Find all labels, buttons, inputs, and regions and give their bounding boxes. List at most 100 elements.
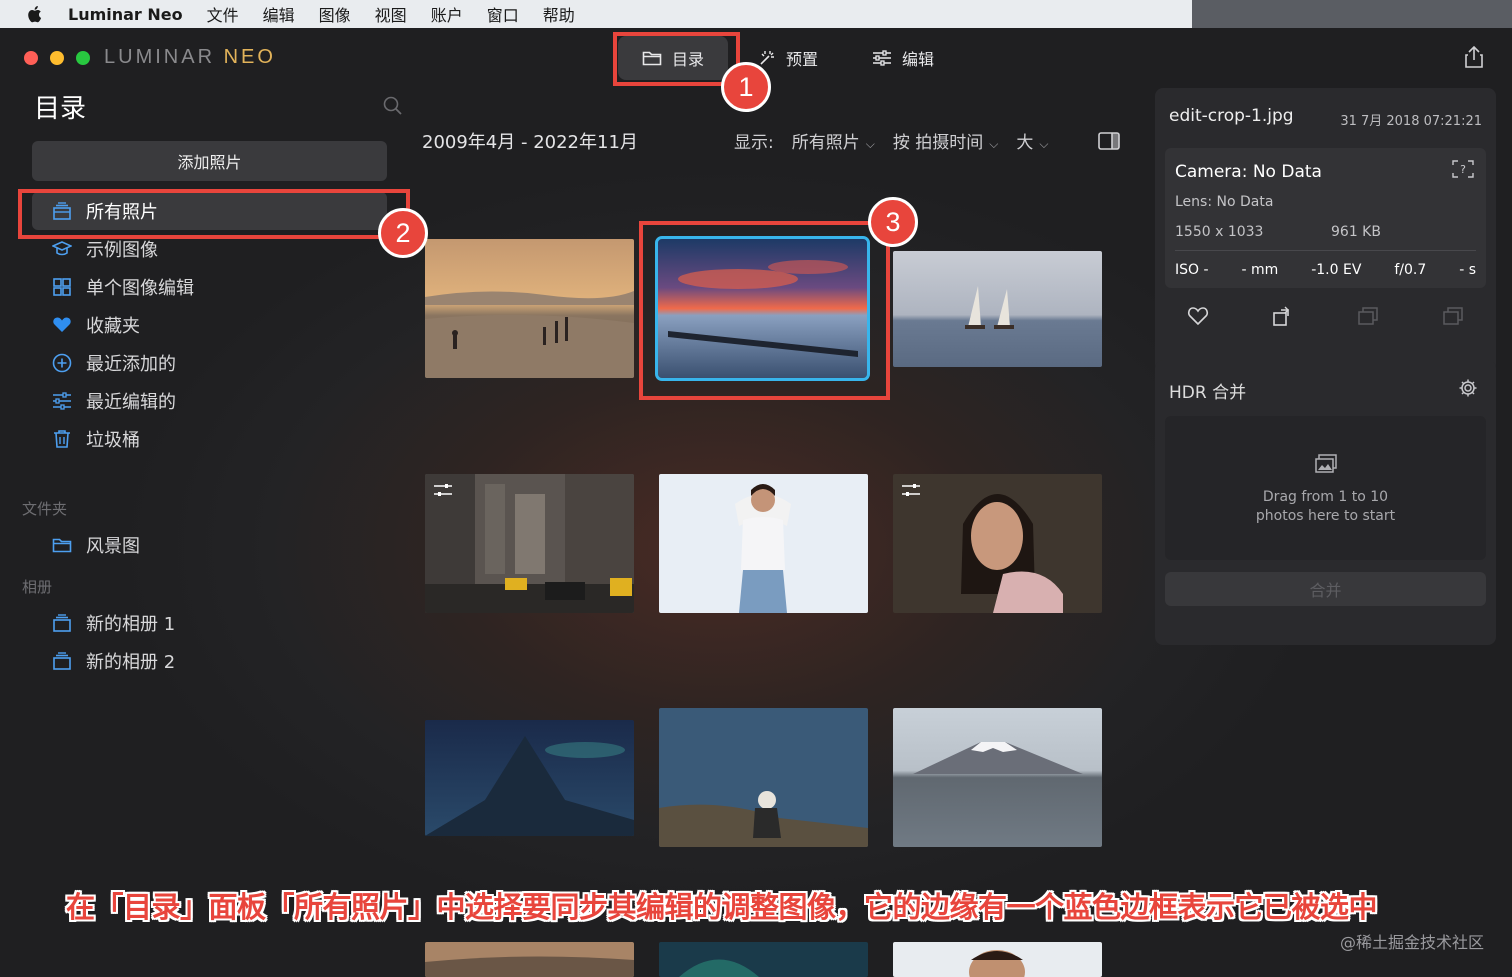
album-item[interactable]: 新的相册 2 [32,642,387,680]
edited-badge-icon [902,484,920,496]
grid-icon [53,278,71,296]
menu-window[interactable]: 窗口 [487,2,519,26]
show-filter-dropdown[interactable]: 所有照片 ⌵ [792,128,875,153]
album-item[interactable]: 新的相册 1 [32,604,387,642]
exposure-value: -1.0 EV [1311,262,1362,278]
annotation-box-2 [18,189,410,239]
add-photos-button[interactable]: 添加照片 [32,141,387,181]
close-window-button[interactable] [24,51,38,65]
sidebar-item-recently-added[interactable]: 最近添加的 [32,344,387,382]
focal-length-value: - mm [1241,262,1279,278]
thumb-size-dropdown[interactable]: 大 ⌵ [1016,128,1048,153]
view-controls: 显示: 所有照片 ⌵ 按 拍摄时间 ⌵ 大 ⌵ [734,128,1048,153]
menu-account[interactable]: 账户 [431,2,463,26]
hdr-merge-panel: HDR 合并 Drag from 1 to 10 photos here to … [1155,360,1496,645]
rotate-icon[interactable] [1272,306,1294,326]
heart-icon [53,317,71,332]
file-name: edit-crop-1.jpg [1169,106,1294,126]
albums-section-label: 相册 [22,578,53,596]
photo-thumbnail[interactable] [425,942,634,977]
menu-file[interactable]: 文件 [207,2,239,26]
menu-bar: Luminar Neo 文件 编辑 图像 视图 账户 窗口 帮助 [0,0,1512,32]
apple-icon[interactable] [26,5,42,23]
merge-button[interactable]: 合并 [1165,572,1486,606]
svg-text:?: ? [1460,163,1466,176]
menu-image[interactable]: 图像 [319,2,351,26]
albums-list: 新的相册 1 新的相册 2 [32,604,387,680]
folder-icon [52,538,72,553]
mountain-night-photo [425,720,634,836]
annotation-box-1 [613,32,740,86]
photo-thumbnail[interactable] [893,474,1102,613]
images-icon [1314,454,1337,473]
woman-closeup-photo [893,474,1102,613]
sea-dog-photo [659,708,868,847]
search-icon[interactable] [383,96,403,116]
photo-thumbnail[interactable] [425,239,634,378]
help-icon[interactable]: ? [1452,160,1474,178]
photo-thumbnail[interactable] [659,942,868,977]
menu-help[interactable]: 帮助 [543,2,575,26]
app-window: LUMINAR NEO 目录 预置 编辑 目录 添加照片 所有照片 示例图像 单… [0,28,1512,977]
menu-edit[interactable]: 编辑 [263,2,295,26]
chevron-down-icon: ⌵ [1039,137,1049,151]
photo-thumbnail[interactable] [425,720,634,836]
chevron-down-icon: ⌵ [865,137,875,151]
presets-icon [760,51,775,65]
sliders-icon [873,50,892,66]
photo-thumbnail[interactable] [893,251,1102,367]
folders-list: 风景图 [32,526,387,564]
folders-section-label: 文件夹 [22,500,68,518]
sidebar-title: 目录 [34,94,87,124]
heart-icon[interactable] [1187,306,1209,326]
photo-thumbnail[interactable] [659,708,868,847]
app-logo: LUMINAR NEO [104,46,276,68]
zoom-window-button[interactable] [76,51,90,65]
graduation-cap-icon [52,241,72,256]
sidebar-item-trash[interactable]: 垃圾桶 [32,420,387,458]
photo-thumbnail[interactable] [893,708,1102,847]
trash-icon [54,430,70,448]
show-label: 显示: [734,133,774,153]
sliders-icon [53,392,71,410]
image-actions [1155,306,1496,326]
edited-badge-icon [434,484,452,496]
menu-app-name[interactable]: Luminar Neo [68,5,183,24]
duplicate-icon[interactable] [1442,306,1464,326]
photo-thumbnail[interactable] [425,474,634,613]
sidebar-item-recently-edited[interactable]: 最近编辑的 [32,382,387,420]
window-controls [24,51,90,65]
annotation-badge-2: 2 [378,208,428,258]
tutorial-caption: 在「目录」面板「所有照片」中选择要同步其编辑的调整图像，它的边缘有一个蓝色边框表… [66,890,1378,924]
hdr-drop-zone[interactable]: Drag from 1 to 10 photos here to start [1165,416,1486,560]
exif-row: ISO - - mm -1.0 EV f/0.7 - s [1175,262,1476,278]
mount-fuji-photo [893,708,1102,847]
album-icon [53,652,71,670]
drop-hint-line1: Drag from 1 to 10 [1262,489,1389,505]
minimize-window-button[interactable] [50,51,64,65]
annotation-badge-3: 3 [868,197,918,247]
metadata-box: Camera: No Data ? Lens: No Data 1550 x 1… [1165,148,1486,288]
city-street-photo [425,474,634,613]
photo-thumbnail[interactable] [893,942,1102,977]
divider [1175,250,1476,251]
photo-thumbnail[interactable] [659,474,868,613]
drop-hint-line2: photos here to start [1255,508,1396,524]
sort-dropdown[interactable]: 按 拍摄时间 ⌵ [893,128,999,153]
beach-sunset-photo [425,239,634,378]
tab-edit[interactable]: 编辑 [848,36,958,80]
menu-view[interactable]: 视图 [375,2,407,26]
image-info-panel: edit-crop-1.jpg 31 7月 2018 07:21:21 Came… [1155,88,1496,372]
share-icon[interactable] [1464,46,1484,68]
sidebar-item-favorites[interactable]: 收藏夹 [32,306,387,344]
compare-icon[interactable] [1357,306,1379,326]
gear-icon[interactable] [1458,378,1478,398]
file-size: 961 KB [1331,224,1381,240]
sailboats-photo [893,251,1102,367]
sidebar-toggle-icon[interactable] [1098,132,1120,150]
aperture-value: f/0.7 [1394,262,1427,278]
iso-value: ISO - [1175,262,1209,278]
folder-item[interactable]: 风景图 [32,526,387,564]
sidebar-item-single-edits[interactable]: 单个图像编辑 [32,268,387,306]
image-dimensions: 1550 x 1033 [1175,224,1264,240]
